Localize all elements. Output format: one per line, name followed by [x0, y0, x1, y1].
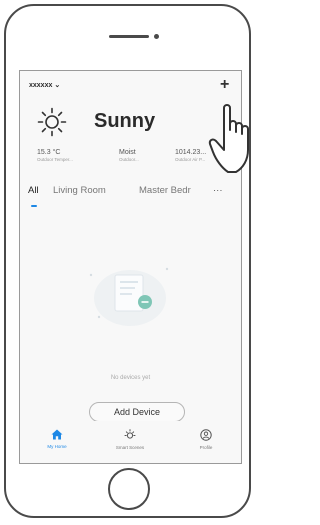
humidity-stat: Moist Outdoor...: [119, 149, 139, 162]
nav-label: My Home: [47, 444, 67, 449]
active-tab-indicator: [31, 205, 37, 207]
nav-item-smart-scenes[interactable]: Smart Scenes: [100, 429, 160, 450]
tab-master-bedroom[interactable]: Master Bedr: [139, 185, 207, 196]
add-button[interactable]: +: [220, 76, 229, 94]
nav-label: Profile: [199, 445, 213, 450]
tab-all[interactable]: All: [28, 185, 39, 196]
empty-devices-illustration: [89, 267, 169, 326]
stat-label: Outdoor...: [119, 157, 139, 162]
add-device-button[interactable]: Add Device: [89, 402, 185, 422]
nav-item-my-home[interactable]: My Home: [27, 429, 87, 449]
nav-item-profile[interactable]: Profile: [176, 429, 236, 450]
empty-state-message: No devices yet: [110, 375, 151, 381]
phone-home-button[interactable]: [108, 468, 150, 510]
nav-label: Smart Scenes: [115, 445, 145, 450]
stat-label: Outdoor Temper...: [37, 157, 73, 162]
stat-value: 15.3 °C: [37, 149, 61, 156]
scene-icon: [124, 429, 136, 439]
phone-speaker: [109, 35, 149, 38]
pressure-stat: 1014.23... Outdoor Air P...: [175, 149, 206, 162]
more-tabs-button[interactable]: ···: [213, 185, 223, 196]
home-name: xxxxxx: [29, 82, 53, 89]
tab-living-room[interactable]: Living Room: [53, 185, 106, 196]
weather-condition: Sunny: [94, 110, 156, 132]
home-selector[interactable]: xxxxxx ⌄: [29, 81, 60, 89]
home-icon: [51, 429, 63, 440]
chevron-down-icon: ⌄: [54, 82, 61, 89]
profile-icon: [200, 429, 212, 441]
stat-value: 1014.23...: [175, 149, 207, 156]
sun-icon: [37, 107, 67, 137]
temperature-stat: 15.3 °C Outdoor Temper...: [37, 149, 73, 162]
stat-value: Moist: [119, 149, 136, 156]
stat-label: Outdoor Air P...: [175, 157, 206, 162]
phone-camera: [154, 34, 159, 39]
tap-hand-icon: [208, 104, 249, 173]
bottom-nav: My Home Smart Scenes Profile: [20, 421, 241, 463]
room-tabs: All Living Room Master Bedr ···: [28, 185, 238, 199]
